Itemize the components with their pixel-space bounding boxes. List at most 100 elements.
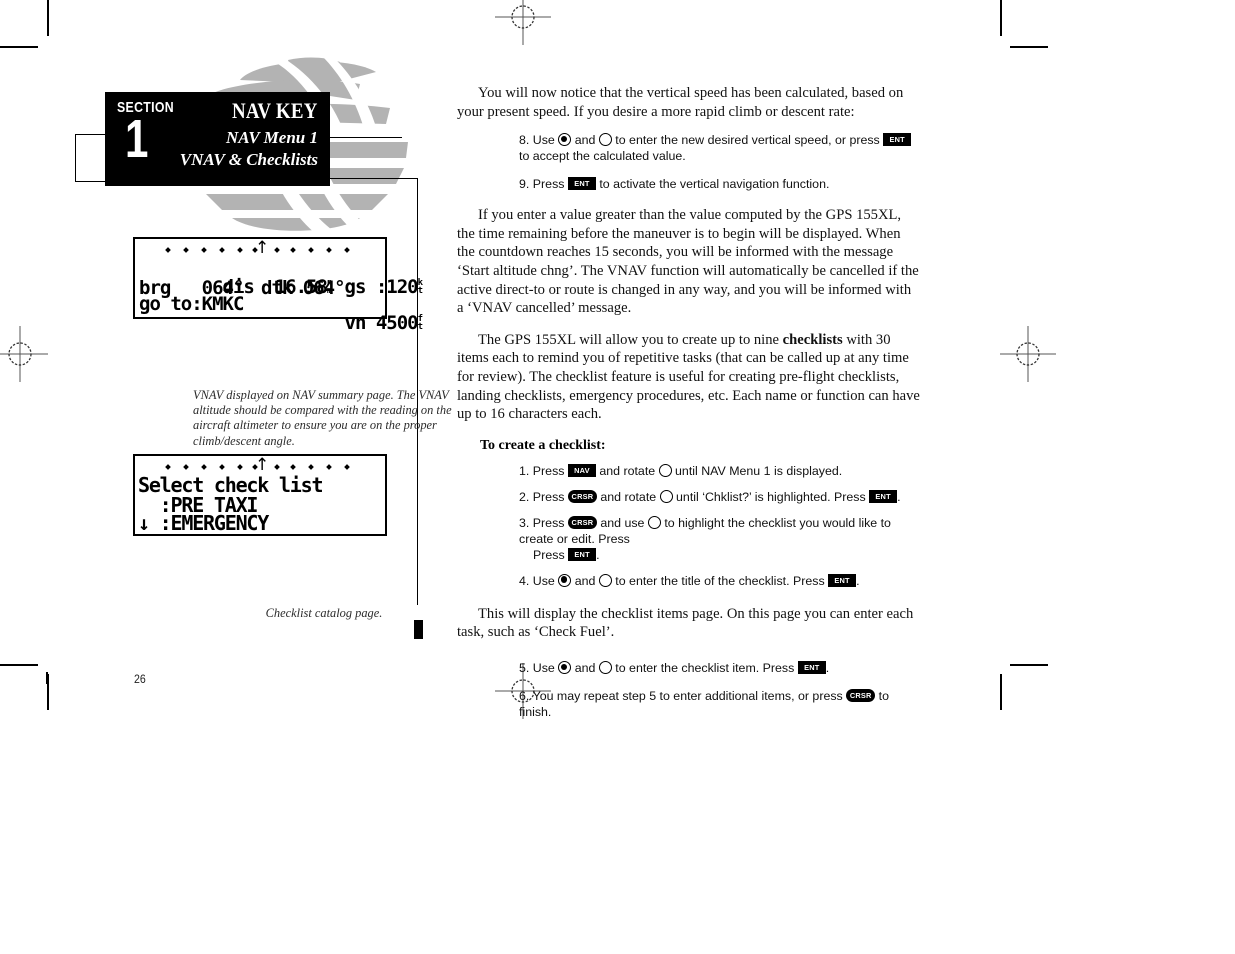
- step-2-text-4: .: [897, 489, 901, 504]
- registration-mark-left: [0, 326, 48, 382]
- step-2-text-1: Press: [532, 489, 568, 504]
- step-3-text-press: Press: [533, 547, 569, 562]
- ent-key-icon: ENT: [883, 133, 912, 147]
- registration-mark-right: [1000, 326, 1056, 382]
- step-1: 1. Press NAV and rotate until NAV Menu 1…: [519, 463, 921, 479]
- nav-key-icon: NAV: [567, 463, 596, 477]
- bottom-center-tick: [46, 672, 48, 684]
- crop-mark-top-right-h: [1010, 46, 1048, 48]
- small-knob-icon: [558, 133, 572, 147]
- section-number: 1: [125, 109, 149, 169]
- gps-checklist-item-2: ↓ :EMERGENCY: [138, 511, 269, 535]
- step-6-number: 6.: [519, 688, 533, 703]
- steps-group-checklist-items: 5. Use and to enter the checklist item. …: [457, 660, 921, 720]
- section-subtitle-1: NAV Menu 1: [226, 128, 318, 147]
- paragraph-checklist-items-page: This will display the checklist items pa…: [457, 605, 914, 641]
- step-4: 4. Use and to enter the title of the che…: [519, 573, 921, 589]
- section-subtitle-2: VNAV & Checklists: [179, 150, 318, 169]
- ent-key-icon: ENT: [568, 547, 597, 561]
- sub-heading-create-checklist: To create a checklist:: [480, 437, 606, 453]
- section-title: NAV KEY: [232, 98, 318, 123]
- step-6: 6. You may repeat step 5 to enter additi…: [519, 688, 921, 720]
- main-text-column: You will now notice that the vertical sp…: [457, 84, 921, 730]
- ent-key-icon: ENT: [828, 573, 857, 587]
- section-thumb-tab-mark: [414, 620, 423, 639]
- crsr-key-icon: CRSR: [846, 689, 876, 703]
- step-1-number: 1.: [519, 463, 533, 478]
- crop-mark-bottom-right-h: [1010, 664, 1048, 666]
- cdi-scale-dots: ↑: [135, 238, 385, 258]
- gps-row-3-right: vn 4500f t: [344, 312, 424, 334]
- large-knob-icon: [598, 133, 612, 147]
- paragraph-checklists: The GPS 155XL will allow you to create u…: [457, 331, 921, 424]
- step-9-number: 9.: [519, 177, 533, 192]
- step-4-number: 4.: [519, 573, 533, 588]
- crop-mark-top-right-v: [1000, 0, 1002, 36]
- ent-key-icon: ENT: [869, 489, 898, 503]
- step-5-text-4: .: [825, 660, 830, 675]
- gps-screen-nav-summary: ↑ dis 16.58n m gs :120k t brg 064° dtk 064…: [133, 237, 423, 333]
- step-9-text-2: to activate the vertical navigation func…: [595, 177, 830, 192]
- step-3-text-2: and use: [596, 515, 648, 530]
- step-8-text-1: Use: [532, 133, 559, 148]
- ent-key-icon: ENT: [567, 177, 596, 191]
- sidebar-rule-horizontal: [328, 178, 418, 180]
- step-3-text-1: Press: [532, 515, 568, 530]
- large-knob-icon: [659, 489, 673, 503]
- step-4-text-4: .: [856, 573, 860, 588]
- gps-unit-kt: kt: [417, 277, 424, 296]
- step-5-text-3: to enter the checklist item. Press: [611, 660, 798, 675]
- paragraph-vertical-speed: You will now notice that the vertical sp…: [457, 85, 904, 120]
- large-knob-icon: [598, 573, 612, 587]
- header-rule: [328, 137, 402, 139]
- crop-mark-top-left-h: [0, 46, 38, 48]
- paragraph-value-greater: If you enter a value greater than the va…: [457, 207, 919, 317]
- step-1-text-3: until NAV Menu 1 is displayed.: [671, 463, 843, 478]
- step-3-number: 3.: [519, 515, 533, 530]
- checklists-bold-term: checklists: [782, 331, 843, 348]
- step-9: 9. Press ENT to activate the vertical na…: [519, 176, 921, 192]
- registration-mark-top: [495, 0, 551, 45]
- step-2-number: 2.: [519, 489, 533, 504]
- crop-mark-bottom-right-v: [1000, 674, 1002, 710]
- step-8-number: 8.: [519, 133, 533, 148]
- step-4-text-2: and: [571, 573, 599, 588]
- steps-group-create-checklist: 1. Press NAV and rotate until NAV Menu 1…: [457, 463, 921, 589]
- step-4-text-3: to enter the title of the checklist. Pre…: [611, 573, 829, 588]
- step-2-text-3: until ‘Chklist?’ is highlighted. Press: [672, 489, 870, 504]
- step-5-number: 5.: [519, 660, 533, 675]
- step-3-text-4: .: [596, 547, 600, 562]
- step-5-text-2: and: [571, 660, 599, 675]
- step-8-text-3: to enter the new desired vertical speed,…: [611, 133, 884, 148]
- paragraph-checklists-part-a: The GPS 155XL will allow you to create u…: [478, 331, 783, 348]
- cdi-course-arrow-icon-2: ↑: [255, 455, 270, 475]
- step-4-text-1: Use: [532, 573, 559, 588]
- steps-group-vnav: 8. Use and to enter the new desired vert…: [457, 132, 921, 192]
- gps-unit-ft: ft: [417, 313, 424, 332]
- step-5-text-1: Use: [532, 660, 559, 675]
- gps-row-3-left: go to:KMKC: [139, 293, 244, 315]
- large-knob-icon: [598, 661, 612, 675]
- sidebar: SECTION 1 NAV KEY NAV Menu 1 VNAV & Chec…: [60, 50, 452, 686]
- step-3: 3. Press CRSR and use to highlight the c…: [519, 515, 921, 563]
- step-8-text-4: to accept the calculated value.: [519, 149, 686, 164]
- gps-screen-checklist-catalog: ↑ Select check list :PRE TAXI ↓ :EMERGEN…: [133, 454, 387, 536]
- step-3-continuation: Press ENT.: [533, 547, 921, 563]
- crsr-key-icon: CRSR: [567, 515, 597, 529]
- large-knob-icon: [647, 515, 661, 529]
- manual-page: SECTION 1 NAV KEY NAV Menu 1 VNAV & Chec…: [0, 0, 1235, 954]
- step-2-text-2: and rotate: [596, 489, 660, 504]
- step-8-text-2: and: [571, 133, 599, 148]
- step-9-text-1: Press: [532, 177, 568, 192]
- small-knob-icon: [558, 661, 572, 675]
- cdi-course-arrow-icon: ↑: [255, 238, 270, 258]
- step-1-text-1: Press: [532, 463, 568, 478]
- step-1-text-2: and rotate: [595, 463, 659, 478]
- figure-caption-checklist-catalog: Checklist catalog page.: [265, 606, 383, 620]
- figure-caption-nav-summary: VNAV displayed on NAV summary page. The …: [193, 388, 452, 448]
- large-knob-icon: [658, 463, 672, 477]
- ent-key-icon: ENT: [797, 661, 826, 675]
- crsr-key-icon: CRSR: [567, 489, 597, 503]
- step-2: 2. Press CRSR and rotate until ‘Chklist?…: [519, 489, 921, 505]
- step-8: 8. Use and to enter the new desired vert…: [519, 132, 921, 164]
